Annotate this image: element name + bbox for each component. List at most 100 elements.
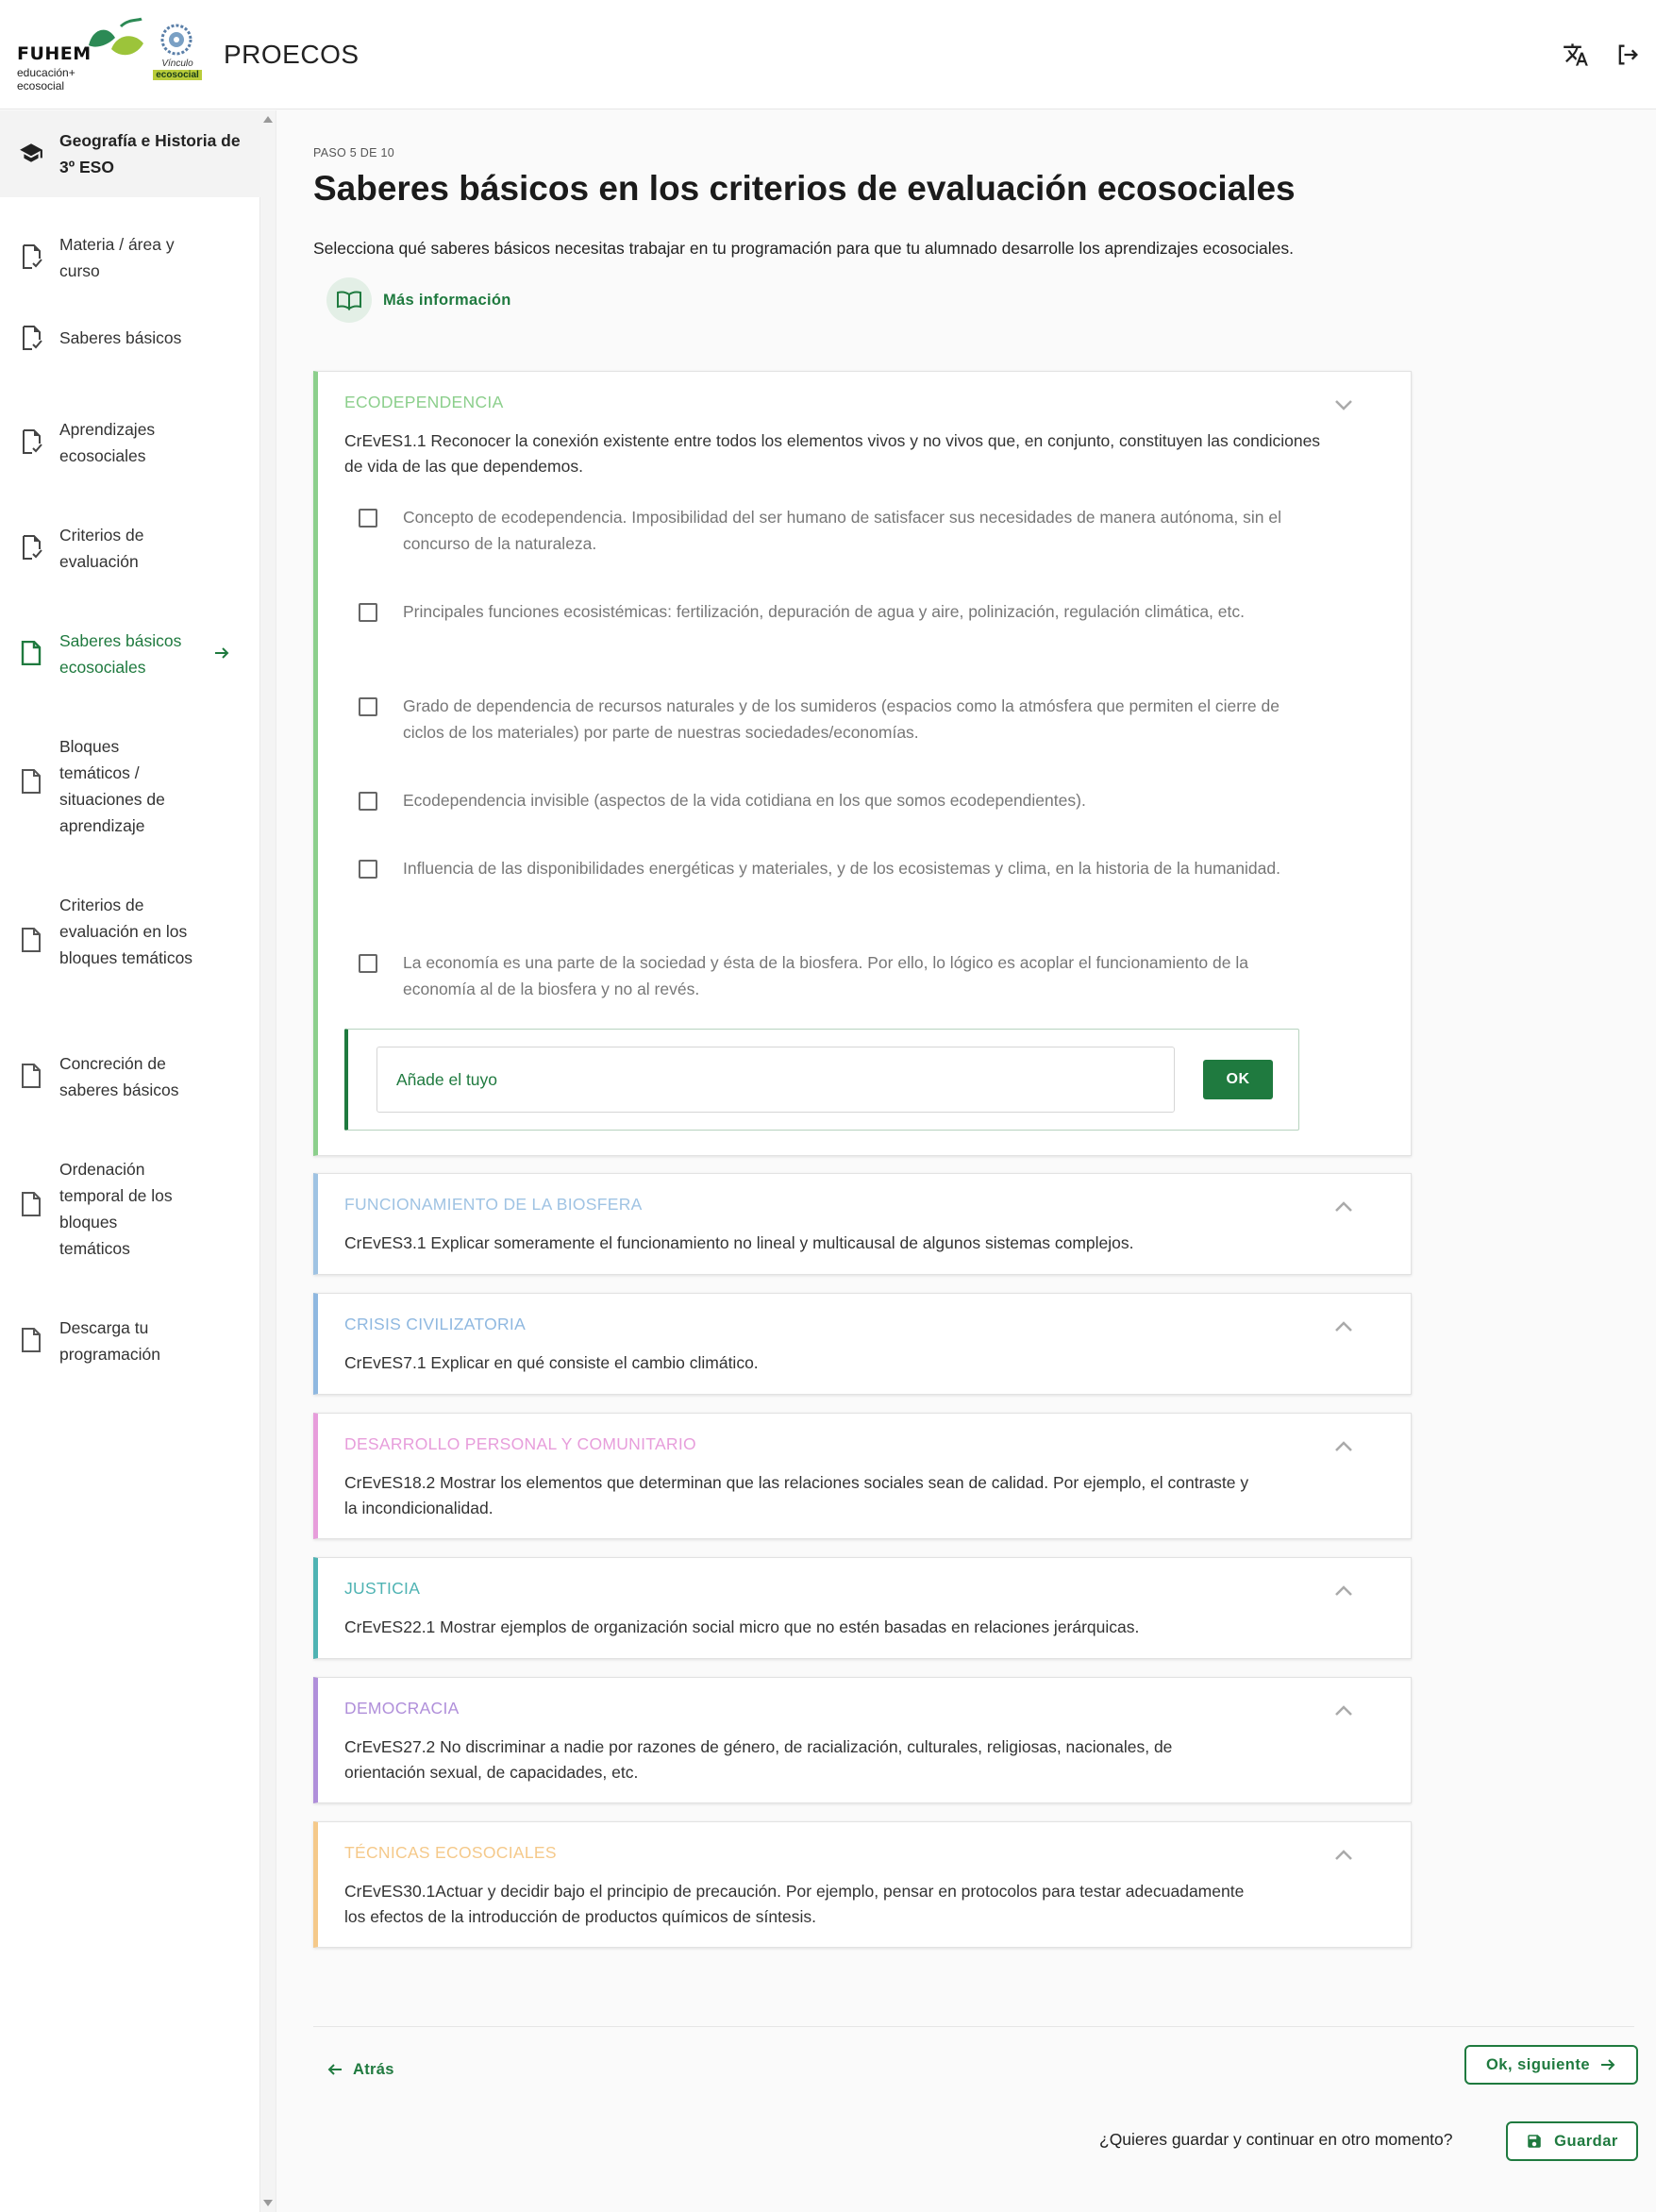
checkbox[interactable] xyxy=(359,792,377,811)
chevron-up-icon[interactable] xyxy=(1333,1200,1354,1218)
sidebar-item-ordenacion[interactable]: Ordenación temporal de los bloques temát… xyxy=(0,1147,260,1264)
card-category: FUNCIONAMIENTO DE LA BIOSFERA xyxy=(344,1195,643,1214)
sidebar-item-label: Bloques temáticos / situaciones de apren… xyxy=(59,737,165,835)
card-category: DEMOCRACIA xyxy=(344,1699,460,1718)
fuhem-logo: FUHEM educación+ ecosocial xyxy=(15,17,143,96)
card-criterion: CrEvES27.2 No discriminar a nadie por ra… xyxy=(344,1737,1173,1782)
chevron-down-icon[interactable] xyxy=(1333,398,1354,416)
doc-done-icon xyxy=(21,429,43,459)
sidebar-item-label: Saberes básicos xyxy=(59,328,182,347)
option-label: La economía es una parte de la sociedad … xyxy=(403,953,1248,998)
option-checkbox[interactable]: Concepto de ecodependencia. Imposibilida… xyxy=(359,504,1302,557)
scroll-down-icon[interactable] xyxy=(263,2200,273,2206)
logout-icon[interactable] xyxy=(1613,40,1643,70)
sidebar-scrollbar[interactable] xyxy=(260,110,276,2212)
sidebar-item-label: Materia / área y curso xyxy=(59,235,175,280)
checkbox[interactable] xyxy=(359,860,377,879)
card-ecodependencia: ECODEPENDENCIA CrEvES1.1 Reconocer la co… xyxy=(313,371,1412,1156)
option-checkbox[interactable]: Principales funciones ecosistémicas: fer… xyxy=(359,598,1302,651)
ok-button[interactable]: OK xyxy=(1203,1060,1273,1099)
step-indicator: PASO 5 DE 10 xyxy=(313,146,395,159)
app-title: PROECOS xyxy=(224,40,360,69)
chevron-up-icon[interactable] xyxy=(1333,1849,1354,1867)
vinculo-ecosocial-logo: Vínculo ecosocial xyxy=(151,21,203,91)
doc-active-icon xyxy=(21,640,42,670)
card-crisis-civilizatoria[interactable]: CRISIS CIVILIZATORIA CrEvES7.1 Explicar … xyxy=(313,1293,1412,1395)
save-label: Guardar xyxy=(1554,2132,1618,2150)
doc-done-icon xyxy=(21,244,43,274)
book-icon xyxy=(326,277,372,323)
save-button[interactable]: Guardar xyxy=(1506,2121,1638,2161)
next-label: Ok, siguiente xyxy=(1485,2055,1591,2073)
card-funcionamiento-biosfera[interactable]: FUNCIONAMIENTO DE LA BIOSFERA CrEvES3.1 … xyxy=(313,1173,1412,1275)
option-label: Ecodependencia invisible (aspectos de la… xyxy=(403,791,1086,810)
option-label: Grado de dependencia de recursos natural… xyxy=(403,696,1280,742)
card-category: DESARROLLO PERSONAL Y COMUNITARIO xyxy=(344,1434,696,1453)
checkbox[interactable] xyxy=(359,954,377,973)
add-own-input[interactable] xyxy=(376,1047,1175,1113)
card-desarrollo-personal[interactable]: DESARROLLO PERSONAL Y COMUNITARIO CrEvES… xyxy=(313,1413,1412,1539)
more-info-label: Más información xyxy=(383,291,511,309)
scroll-up-icon[interactable] xyxy=(263,116,273,123)
chevron-up-icon[interactable] xyxy=(1333,1440,1354,1458)
brand-tagline-1: educación+ xyxy=(17,66,75,79)
ecosocial-label: ecosocial xyxy=(153,70,202,80)
sidebar-item-saberes-ecosociales[interactable]: Saberes básicos ecosociales xyxy=(0,618,260,690)
more-info-button[interactable]: Más información xyxy=(326,276,511,324)
checkbox[interactable] xyxy=(359,603,377,622)
chevron-up-icon[interactable] xyxy=(1333,1320,1354,1338)
card-criterion: CrEvES22.1 Mostrar ejemplos de organizac… xyxy=(344,1617,1140,1636)
option-checkbox[interactable]: Ecodependencia invisible (aspectos de la… xyxy=(359,787,1302,815)
translate-icon[interactable] xyxy=(1561,40,1591,70)
vinculo-label: Vínculo xyxy=(161,59,193,69)
card-category: TÉCNICAS ECOSOCIALES xyxy=(344,1843,557,1862)
page-title: Saberes básicos en los criterios de eval… xyxy=(313,169,1296,208)
course-title: Geografía e Historia de 3º ESO xyxy=(59,131,241,176)
doc-pending-icon xyxy=(21,1328,42,1357)
card-criterion: CrEvES3.1 Explicar someramente el funcio… xyxy=(344,1233,1134,1252)
sidebar-item-label: Saberes básicos ecosociales xyxy=(59,631,182,677)
option-checkbox[interactable]: La economía es una parte de la sociedad … xyxy=(359,949,1302,1002)
card-criterion: CrEvES1.1 Reconocer la conexión existent… xyxy=(344,431,1321,476)
card-democracia[interactable]: DEMOCRACIA CrEvES27.2 No discriminar a n… xyxy=(313,1677,1412,1803)
checkbox[interactable] xyxy=(359,509,377,528)
brand-tagline-2: ecosocial xyxy=(17,79,65,92)
app-header: FUHEM educación+ ecosocial Vínculo ecoso… xyxy=(0,0,1656,109)
sidebar-item-concrecion[interactable]: Concreción de saberes básicos xyxy=(0,1041,260,1113)
doc-pending-icon xyxy=(21,1192,42,1221)
option-checkbox[interactable]: Influencia de las disponibilidades energ… xyxy=(359,855,1302,908)
sidebar-item-bloques[interactable]: Bloques temáticos / situaciones de apren… xyxy=(0,724,260,841)
steps-sidebar: Geografía e Historia de 3º ESO Materia /… xyxy=(0,110,260,2212)
course-header: Geografía e Historia de 3º ESO xyxy=(0,110,260,197)
doc-pending-icon xyxy=(21,1064,42,1093)
sidebar-item-label: Ordenación temporal de los bloques temát… xyxy=(59,1160,173,1258)
doc-done-icon xyxy=(21,535,43,564)
arrow-left-icon xyxy=(327,2064,342,2075)
card-category: ECODEPENDENCIA xyxy=(344,393,504,411)
back-button[interactable]: Atrás xyxy=(326,2051,394,2088)
card-criterion: CrEvES18.2 Mostrar los elementos que det… xyxy=(344,1473,1249,1517)
floppy-disk-icon xyxy=(1528,2135,1541,2148)
brand-name: FUHEM xyxy=(17,43,92,64)
checkbox[interactable] xyxy=(359,697,377,716)
sidebar-item-descarga[interactable]: Descarga tu programación xyxy=(0,1305,260,1377)
sidebar-item-label: Aprendizajes ecosociales xyxy=(59,420,156,465)
option-checkbox[interactable]: Grado de dependencia de recursos natural… xyxy=(359,693,1302,746)
save-question: ¿Quieres guardar y continuar en otro mom… xyxy=(1099,2130,1453,2149)
card-justicia[interactable]: JUSTICIA CrEvES22.1 Mostrar ejemplos de … xyxy=(313,1557,1412,1659)
doc-pending-icon xyxy=(21,928,42,957)
chevron-up-icon[interactable] xyxy=(1333,1584,1354,1602)
sidebar-item-criterios[interactable]: Criterios de evaluación xyxy=(0,512,260,584)
page-subtitle: Selecciona qué saberes básicos necesitas… xyxy=(313,239,1294,258)
option-label: Influencia de las disponibilidades energ… xyxy=(403,859,1280,878)
card-category: JUSTICIA xyxy=(344,1579,421,1598)
sidebar-item-criterios-bloques[interactable]: Criterios de evaluación en los bloques t… xyxy=(0,882,260,999)
chevron-up-icon[interactable] xyxy=(1333,1704,1354,1722)
sidebar-item-saberes-basicos[interactable]: Saberes básicos xyxy=(0,314,260,361)
doc-pending-icon xyxy=(21,769,42,798)
next-button[interactable]: Ok, siguiente xyxy=(1464,2045,1638,2085)
card-tecnicas-ecosociales[interactable]: TÉCNICAS ECOSOCIALES CrEvES30.1Actuar y … xyxy=(313,1821,1412,1948)
sidebar-item-label: Criterios de evaluación en los bloques t… xyxy=(59,896,193,967)
sidebar-item-materia[interactable]: Materia / área y curso xyxy=(0,222,260,293)
sidebar-item-aprendizajes[interactable]: Aprendizajes ecosociales xyxy=(0,407,260,478)
